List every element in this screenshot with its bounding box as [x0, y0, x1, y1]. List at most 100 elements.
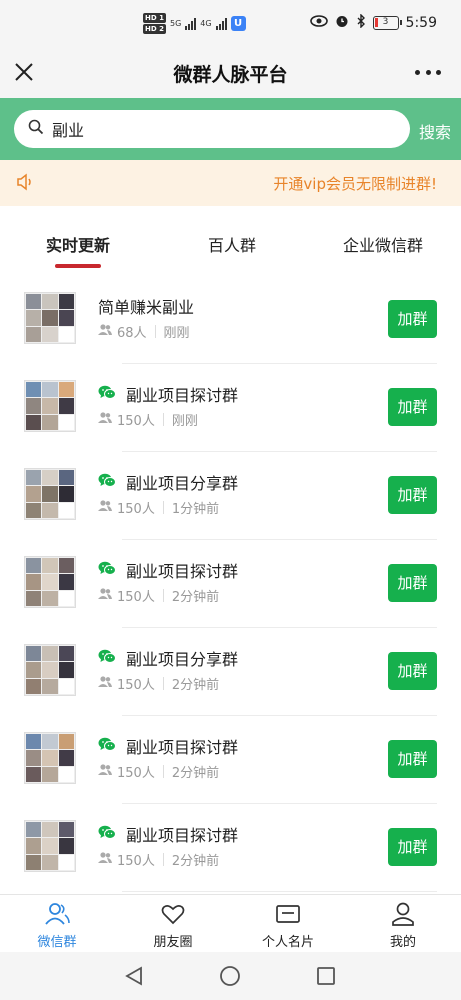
eye-icon [309, 15, 328, 31]
group-row[interactable]: 副业项目探讨群 150人 2分钟前 加群 [0, 804, 461, 892]
member-count: 150人 [117, 590, 155, 605]
join-group-button[interactable]: 加群 [388, 564, 437, 602]
members-icon [98, 852, 112, 867]
group-title-wrap: 副业项目分享群 [98, 646, 238, 670]
nav-label: 我的 [389, 935, 416, 950]
nav-label: 微信群 [37, 935, 77, 950]
join-group-button[interactable]: 加群 [388, 476, 437, 514]
meta-divider [162, 501, 164, 514]
nav-moments[interactable]: 朋友圈 [128, 901, 218, 950]
tab-hundred[interactable]: 百人群 [208, 232, 256, 256]
group-meta: 150人 2分钟前 [98, 762, 219, 781]
hd1-badge: HD 1 [143, 13, 166, 23]
meta-divider [162, 589, 164, 602]
group-name: 副业项目探讨群 [126, 386, 239, 405]
group-name: 副业项目分享群 [126, 650, 239, 669]
members-icon [98, 324, 112, 339]
member-count: 150人 [117, 678, 155, 693]
app-notification-icon: U [230, 16, 246, 31]
group-name: 副业项目分享群 [126, 474, 239, 493]
group-title-wrap: 副业项目探讨群 [98, 734, 238, 758]
member-count: 150人 [117, 502, 155, 517]
search-input[interactable] [52, 119, 352, 139]
tab-bar: 实时更新 百人群 企业微信群 [0, 206, 461, 276]
vip-notice[interactable]: 开通vip会员无限制进群! [0, 160, 461, 206]
clock-time: 5:59 [405, 15, 437, 31]
net2-label: 4G [200, 19, 212, 28]
update-time: 刚刚 [163, 326, 190, 341]
meta-divider [162, 677, 164, 690]
join-group-button[interactable]: 加群 [388, 740, 437, 778]
group-name: 副业项目探讨群 [126, 738, 239, 757]
search-box[interactable] [14, 110, 410, 148]
join-group-button[interactable]: 加群 [388, 828, 437, 866]
nav-mine[interactable]: 我的 [358, 901, 448, 950]
group-meta: 150人 2分钟前 [98, 850, 219, 869]
group-title-wrap: 副业项目探讨群 [98, 558, 238, 582]
group-row[interactable]: 简单赚米副业 68人 刚刚 加群 [0, 276, 461, 364]
member-count: 150人 [117, 854, 155, 869]
search-button[interactable]: 搜索 [419, 119, 451, 143]
row-divider [122, 891, 437, 892]
members-icon [98, 676, 112, 691]
group-avatar [24, 820, 76, 872]
join-group-button[interactable]: 加群 [388, 300, 437, 338]
home-icon[interactable] [218, 964, 242, 988]
member-count: 150人 [117, 414, 155, 429]
group-row[interactable]: 副业项目探讨群 150人 刚刚 加群 [0, 364, 461, 452]
nav-wechat-groups[interactable]: 微信群 [12, 901, 102, 950]
meta-divider [162, 853, 164, 866]
group-avatar [24, 380, 76, 432]
member-count: 68人 [117, 326, 147, 341]
wechat-icon [98, 561, 116, 580]
group-avatar [24, 732, 76, 784]
more-icon[interactable] [415, 60, 441, 84]
battery-icon: 3 [372, 16, 402, 30]
join-group-button[interactable]: 加群 [388, 388, 437, 426]
update-time: 2分钟前 [171, 678, 220, 693]
wechat-icon [98, 385, 116, 404]
users-icon [12, 901, 102, 927]
signal1-icon [185, 17, 197, 30]
group-avatar [24, 556, 76, 608]
search-icon [28, 119, 44, 139]
group-name: 副业项目探讨群 [126, 562, 239, 581]
update-time: 1分钟前 [171, 502, 220, 517]
group-avatar [24, 468, 76, 520]
tab-realtime[interactable]: 实时更新 [46, 232, 110, 256]
group-avatar [24, 644, 76, 696]
tab-enterprise[interactable]: 企业微信群 [343, 232, 423, 256]
notice-text: 开通vip会员无限制进群! [273, 175, 437, 193]
group-meta: 68人 刚刚 [98, 322, 190, 341]
group-meta: 150人 2分钟前 [98, 586, 219, 605]
nav-label: 个人名片 [261, 935, 314, 950]
group-title-wrap: 副业项目探讨群 [98, 382, 238, 406]
nav-business-card[interactable]: 个人名片 [243, 901, 333, 950]
member-count: 150人 [117, 766, 155, 781]
group-meta: 150人 刚刚 [98, 410, 198, 429]
speaker-icon [16, 173, 36, 195]
group-row[interactable]: 副业项目分享群 150人 2分钟前 加群 [0, 628, 461, 716]
group-row[interactable]: 副业项目分享群 150人 1分钟前 加群 [0, 452, 461, 540]
back-icon[interactable] [122, 964, 146, 988]
tab-indicator [55, 264, 101, 268]
wechat-icon [98, 825, 116, 844]
wechat-icon [98, 649, 116, 668]
members-icon [98, 764, 112, 779]
meta-divider [162, 413, 164, 426]
group-row[interactable]: 副业项目探讨群 150人 2分钟前 加群 [0, 716, 461, 804]
group-row[interactable]: 副业项目探讨群 150人 2分钟前 加群 [0, 540, 461, 628]
update-time: 2分钟前 [171, 854, 220, 869]
group-title-wrap: 副业项目探讨群 [98, 822, 238, 846]
join-group-button[interactable]: 加群 [388, 652, 437, 690]
status-bar: HD 1 HD 2 5G 4G U 3 5:59 [0, 0, 461, 50]
app-header: 微群人脉平台 [0, 50, 461, 98]
card-icon [243, 901, 333, 927]
members-icon [98, 500, 112, 515]
group-name: 副业项目探讨群 [126, 826, 239, 845]
group-meta: 150人 2分钟前 [98, 674, 219, 693]
recents-icon[interactable] [314, 964, 338, 988]
nav-label: 朋友圈 [153, 935, 193, 950]
person-icon [358, 901, 448, 927]
update-time: 2分钟前 [171, 590, 220, 605]
